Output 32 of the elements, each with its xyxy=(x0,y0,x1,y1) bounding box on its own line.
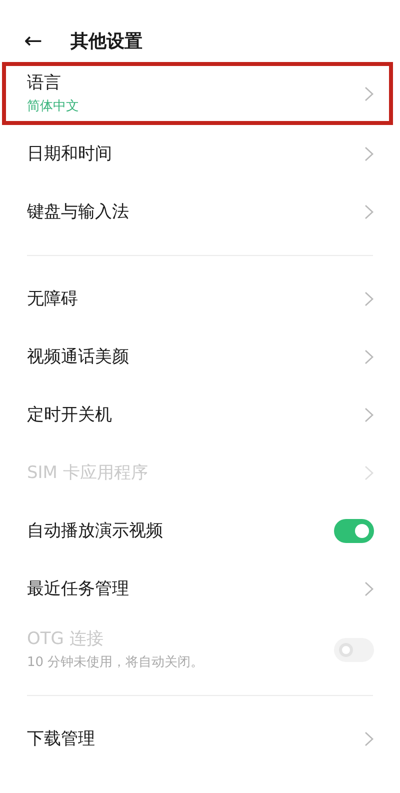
setting-label: 定时开关机 xyxy=(27,404,113,426)
chevron-icon xyxy=(364,349,374,365)
setting-label: 语言 xyxy=(27,72,62,94)
chevron-icon xyxy=(364,465,374,481)
chevron-icon xyxy=(364,204,374,220)
setting-label: 最近任务管理 xyxy=(27,578,130,600)
setting-label: 自动播放演示视频 xyxy=(27,520,164,542)
chevron-icon xyxy=(364,291,374,307)
setting-label: 视频通话美颜 xyxy=(27,346,130,368)
chevron-icon xyxy=(364,86,374,102)
setting-label: 下载管理 xyxy=(27,728,96,750)
chevron-icon xyxy=(364,581,374,597)
setting-row[interactable]: 定时开关机 xyxy=(0,386,400,444)
setting-row[interactable]: 视频通话美颜 xyxy=(0,328,400,386)
chevron-icon xyxy=(364,146,374,162)
setting-row[interactable]: 下载管理 xyxy=(0,710,400,768)
setting-row[interactable]: 最近任务管理 xyxy=(0,560,400,618)
setting-subtitle: 10 分钟未使用，将自动关闭。 xyxy=(27,654,205,671)
chevron-icon xyxy=(364,731,374,747)
setting-row[interactable]: 语言 简体中文 xyxy=(0,62,400,125)
setting-label: 日期和时间 xyxy=(27,143,113,165)
setting-label: 无障碍 xyxy=(27,288,79,310)
setting-row[interactable]: 无障碍 xyxy=(0,270,400,328)
setting-label: 键盘与输入法 xyxy=(27,201,130,223)
setting-subtitle: 简体中文 xyxy=(27,98,80,115)
setting-row[interactable]: 键盘与输入法 xyxy=(0,183,400,241)
page-title: 其他设置 xyxy=(70,30,142,54)
setting-row[interactable]: 日期和时间 xyxy=(0,125,400,183)
back-button[interactable]: ← xyxy=(24,28,42,56)
toggle-switch[interactable] xyxy=(334,519,374,543)
setting-row[interactable]: 自动播放演示视频 xyxy=(0,502,400,560)
chevron-icon xyxy=(364,407,374,423)
